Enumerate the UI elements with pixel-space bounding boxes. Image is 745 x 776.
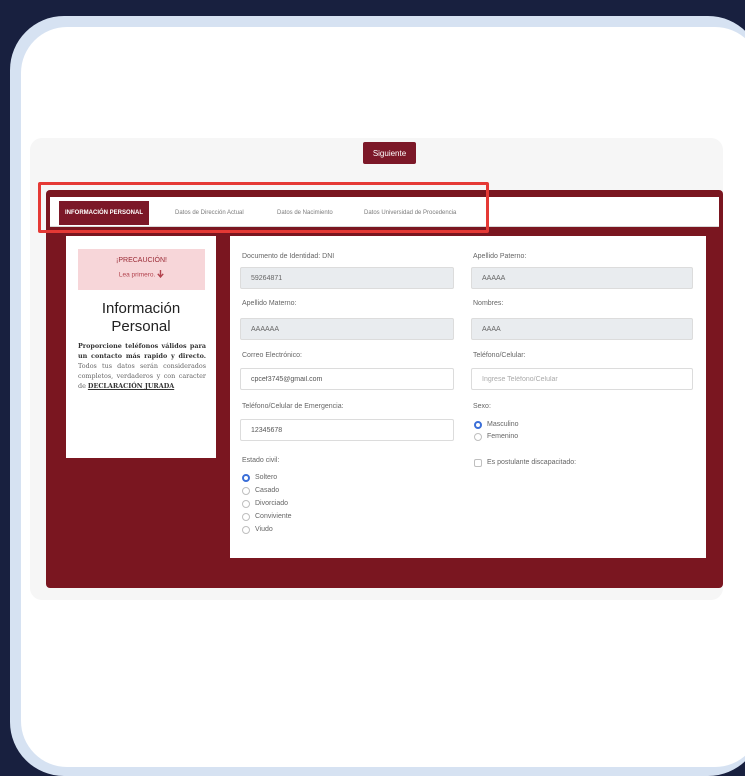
apellido-paterno-label: Apellido Paterno: xyxy=(473,253,527,260)
sexo-label: Sexo: xyxy=(473,403,491,410)
apellido-paterno-field[interactable] xyxy=(471,267,693,289)
discapacidad-checkbox[interactable] xyxy=(474,459,482,467)
telefono-label: Teléfono/Celular: xyxy=(473,352,526,359)
tab-highlight-box xyxy=(38,182,489,233)
radio-conviviente-label: Conviviente xyxy=(255,513,292,520)
radio-soltero[interactable] xyxy=(242,474,250,482)
radio-femenino[interactable] xyxy=(474,433,482,441)
warning-title: ¡PRECAUCIÓN! xyxy=(116,257,167,264)
radio-soltero-label: Soltero xyxy=(255,474,278,481)
radio-viudo[interactable] xyxy=(242,526,250,534)
radio-viudo-label: Viudo xyxy=(255,526,273,533)
nombres-label: Nombres: xyxy=(473,300,504,307)
dni-label: Documento de Identidad: DNI xyxy=(242,253,335,260)
radio-divorciado-label: Divorciado xyxy=(255,500,289,507)
warning-sub-text: Lea primero. xyxy=(118,271,156,279)
apellido-materno-label: Apellido Materno: xyxy=(242,300,297,307)
telefono-field[interactable] xyxy=(471,368,693,390)
next-button[interactable]: Siguiente xyxy=(363,142,416,164)
radio-femenino-label: Femenino xyxy=(487,433,519,440)
info-text-emphasis: DECLARACIÓN JURADA xyxy=(87,382,175,390)
radio-conviviente[interactable] xyxy=(242,513,250,521)
warning-subtitle: Lea primero. xyxy=(78,270,205,280)
discapacidad-label: Es postulante discapacitado: xyxy=(487,459,577,466)
emergencia-field[interactable] xyxy=(240,419,454,441)
radio-masculino[interactable] xyxy=(474,421,482,429)
radio-divorciado[interactable] xyxy=(242,500,250,508)
email-label: Correo Electrónico: xyxy=(242,352,302,359)
radio-casado[interactable] xyxy=(242,487,250,495)
radio-masculino-label: Masculino xyxy=(487,421,519,428)
dni-field[interactable] xyxy=(240,267,454,289)
info-description: Proporcione teléfonos válidos para un co… xyxy=(78,341,206,391)
arrow-down-icon xyxy=(157,270,164,280)
nombres-field[interactable] xyxy=(471,318,693,340)
info-title: Información Personal xyxy=(101,300,181,335)
email-field[interactable] xyxy=(240,368,454,390)
apellido-materno-field[interactable] xyxy=(240,318,454,340)
info-text-bold: Proporcione teléfonos válidos para un co… xyxy=(78,342,206,360)
warning-box: ¡PRECAUCIÓN! Lea primero. xyxy=(78,249,205,290)
emergencia-label: Teléfono/Celular de Emergencia: xyxy=(242,403,344,410)
estado-civil-label: Estado civil: xyxy=(242,457,280,464)
radio-casado-label: Casado xyxy=(255,487,280,494)
